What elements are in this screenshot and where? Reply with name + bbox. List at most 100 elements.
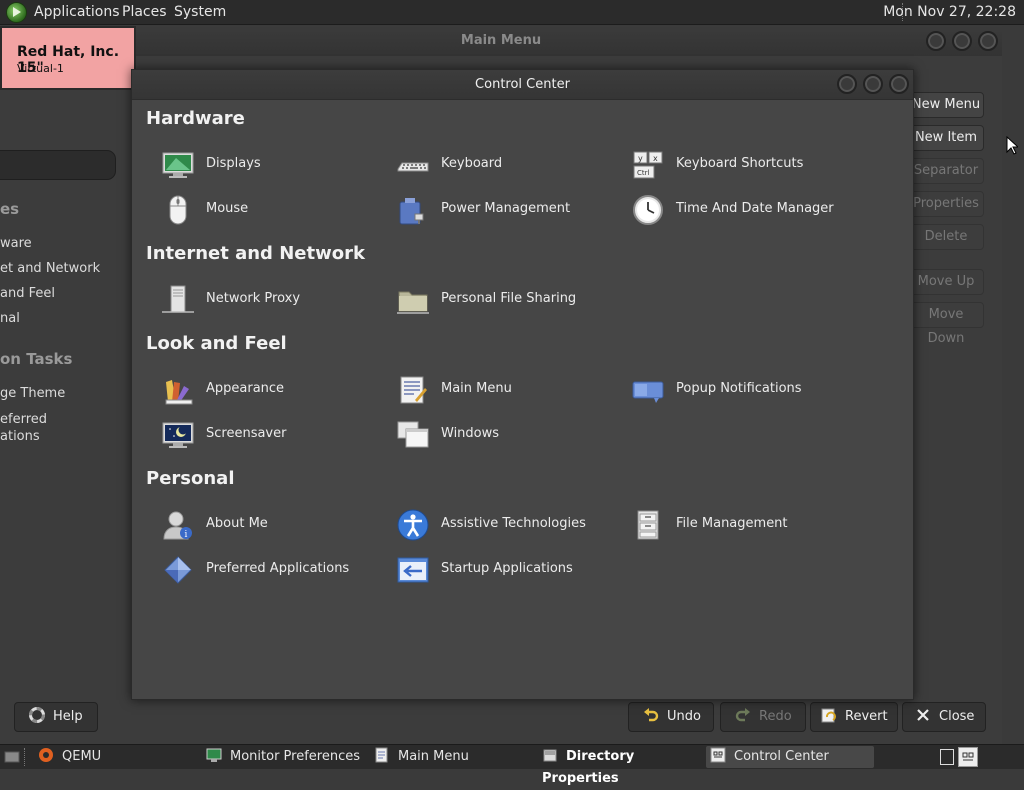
close-window-button[interactable] — [978, 31, 998, 51]
search-input[interactable] — [0, 150, 116, 180]
appearance-icon — [162, 374, 194, 406]
about-me-icon: i — [162, 509, 194, 541]
folder-share-icon — [397, 284, 429, 316]
windows-icon — [397, 419, 429, 451]
item-label: Time And Date Manager — [676, 201, 834, 216]
category-item[interactable]: and Feel — [0, 286, 55, 301]
item-mouse[interactable]: Mouse — [162, 192, 387, 228]
undo-button[interactable]: Undo — [628, 702, 714, 732]
section-heading-hardware: Hardware — [146, 108, 245, 129]
main-menu-icon — [374, 747, 390, 763]
minimize-button[interactable] — [837, 74, 857, 94]
maximize-button[interactable] — [863, 74, 883, 94]
applications-logo-icon[interactable] — [6, 2, 27, 23]
file-cabinet-icon — [632, 509, 664, 541]
item-startup-applications[interactable]: Startup Applications — [397, 552, 622, 588]
delete-button[interactable]: Delete — [908, 224, 984, 250]
item-power-management[interactable]: Power Management — [397, 192, 622, 228]
categories-header: es — [0, 200, 20, 218]
new-item-button[interactable]: New Item — [908, 125, 984, 151]
category-item[interactable]: nal — [0, 311, 20, 326]
main-menu-titlebar[interactable]: Main Menu — [0, 26, 1002, 56]
help-button[interactable]: Help — [14, 702, 98, 732]
section-heading-personal: Personal — [146, 468, 235, 489]
bottom-panel: QEMU Monitor Preferences Main Menu Direc… — [0, 744, 1024, 786]
task-item[interactable]: ge Theme — [0, 386, 65, 401]
mouse-icon — [162, 194, 194, 226]
directory-icon — [542, 747, 558, 763]
item-assistive-technologies[interactable]: Assistive Technologies — [397, 507, 622, 543]
item-about-me[interactable]: i About Me — [162, 507, 387, 543]
svg-text:x: x — [653, 154, 658, 163]
item-popup-notifications[interactable]: Popup Notifications — [632, 372, 857, 408]
properties-button[interactable]: Properties — [908, 191, 984, 217]
move-up-button[interactable]: Move Up — [908, 269, 984, 295]
item-main-menu[interactable]: Main Menu — [397, 372, 622, 408]
help-label: Help — [53, 709, 83, 724]
category-item[interactable]: ware — [0, 236, 32, 251]
screensaver-icon — [162, 419, 194, 451]
control-center-title: Control Center — [475, 77, 570, 92]
power-icon — [397, 194, 429, 226]
item-screensaver[interactable]: Screensaver — [162, 417, 387, 453]
task-monitor-preferences[interactable]: Monitor Preferences — [206, 746, 366, 768]
category-item[interactable]: et and Network — [0, 261, 100, 276]
item-label: File Management — [676, 516, 788, 531]
minimize-button[interactable] — [926, 31, 946, 51]
close-window-button[interactable] — [889, 74, 909, 94]
item-appearance[interactable]: Appearance — [162, 372, 387, 408]
clock[interactable]: Mon Nov 27, 22:28 — [883, 4, 1016, 20]
item-displays[interactable]: Displays — [162, 147, 387, 183]
move-down-button[interactable]: Move Down — [908, 302, 984, 346]
item-keyboard[interactable]: Keyboard — [397, 147, 622, 183]
places-menu[interactable]: Places — [122, 4, 167, 20]
maximize-button[interactable] — [952, 31, 972, 51]
revert-label: Revert — [845, 709, 888, 724]
task-directory-properties[interactable]: Directory Properties — [542, 746, 702, 786]
workspace-2-icon[interactable] — [958, 747, 978, 767]
item-label: Popup Notifications — [676, 381, 802, 396]
item-time-and-date[interactable]: Time And Date Manager — [632, 192, 857, 228]
item-label: Mouse — [206, 201, 249, 216]
keyboard-shortcuts-icon: y x Ctrl — [632, 149, 664, 181]
qemu-icon — [38, 747, 54, 763]
section-heading-look-and-feel: Look and Feel — [146, 333, 287, 354]
task-control-center[interactable]: Control Center — [706, 746, 874, 768]
close-label: Close — [939, 709, 975, 724]
new-menu-button[interactable]: New Menu — [908, 92, 984, 118]
svg-text:i: i — [185, 530, 188, 540]
workspace-1-icon[interactable] — [940, 749, 954, 765]
main-menu-title: Main Menu — [460, 33, 542, 48]
item-label: Screensaver — [206, 426, 287, 441]
task-item[interactable]: ations — [0, 429, 40, 444]
close-button[interactable]: Close — [902, 702, 986, 732]
separator-button[interactable]: Separator — [908, 158, 984, 184]
task-item[interactable]: eferred — [0, 412, 47, 427]
redo-button[interactable]: Redo — [720, 702, 806, 732]
preferred-apps-icon — [162, 554, 194, 586]
show-desktop-icon[interactable] — [4, 749, 20, 769]
item-network-proxy[interactable]: Network Proxy — [162, 282, 387, 318]
monitor-output-name: Virtual-1 — [17, 62, 64, 75]
revert-button[interactable]: Revert — [810, 702, 898, 732]
undo-label: Undo — [667, 709, 701, 724]
clock-icon — [632, 194, 664, 226]
control-center-window: Control Center Hardware Displays Keyboar… — [131, 69, 914, 700]
item-label: Assistive Technologies — [441, 516, 586, 531]
close-icon — [915, 706, 931, 722]
item-preferred-applications[interactable]: Preferred Applications — [162, 552, 387, 588]
redo-label: Redo — [759, 709, 792, 724]
help-icon — [29, 706, 45, 723]
system-menu[interactable]: System — [174, 4, 226, 20]
accessibility-icon — [397, 509, 429, 541]
task-qemu[interactable]: QEMU — [38, 746, 198, 768]
task-main-menu[interactable]: Main Menu — [374, 746, 534, 768]
startup-icon — [397, 554, 429, 586]
item-personal-file-sharing[interactable]: Personal File Sharing — [397, 282, 622, 318]
item-windows[interactable]: Windows — [397, 417, 622, 453]
applications-menu[interactable]: Applications — [34, 4, 120, 20]
item-file-management[interactable]: File Management — [632, 507, 857, 543]
item-keyboard-shortcuts[interactable]: y x Ctrl Keyboard Shortcuts — [632, 147, 857, 183]
control-center-titlebar[interactable]: Control Center — [132, 70, 913, 100]
keyboard-icon — [397, 149, 429, 181]
